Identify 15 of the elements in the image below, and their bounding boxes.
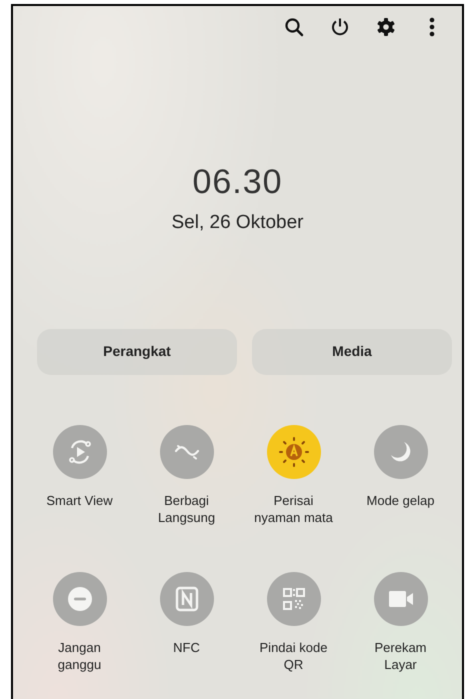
clock-date: Sel, 26 Oktober xyxy=(170,211,305,235)
tile-label: Pindai kode QR xyxy=(258,638,328,672)
sun-icon xyxy=(276,434,310,468)
nfc-icon xyxy=(174,586,198,612)
tile-label: Smart View xyxy=(45,492,114,508)
clock-time: 06.30 xyxy=(191,165,284,199)
tile-label: NFC xyxy=(172,638,201,656)
tile-label: Jangan ganggu xyxy=(56,638,102,672)
tile-label: Berbagi Langsung xyxy=(156,492,216,526)
tile-label: Perisai nyaman mata xyxy=(253,492,334,526)
panel-button[interactable]: Perangkat xyxy=(37,328,237,374)
panel-button[interactable]: Media xyxy=(252,328,452,374)
qr-code-icon xyxy=(280,586,306,612)
tile-label: Mode gelap xyxy=(366,492,436,508)
tile-label: Perekam Layar xyxy=(373,638,428,672)
